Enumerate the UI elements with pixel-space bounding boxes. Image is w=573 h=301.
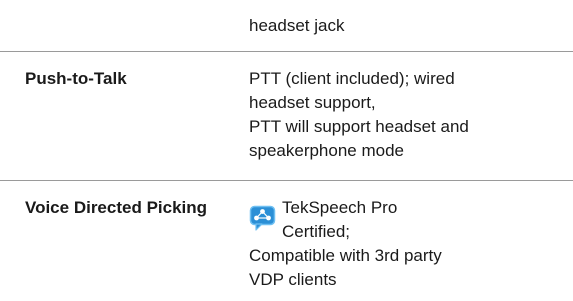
spec-value-line: VDP clients (249, 270, 337, 289)
certification-line: TekSpeech Pro Certified; (249, 196, 549, 244)
spec-value-line: TekSpeech Pro (282, 198, 398, 217)
spec-value-line: PTT will support headset and (249, 117, 469, 136)
table-row-voice-directed-picking: Voice Directed Picking TekSpeech Pro Cer… (0, 180, 573, 301)
certification-text: TekSpeech Pro Certified; (282, 196, 397, 244)
spec-value-line: Certified; (282, 222, 351, 241)
spec-value-line: headset jack (249, 16, 345, 35)
spec-value: headset jack (249, 14, 549, 38)
compatibility-text: Compatible with 3rd party VDP clients (249, 244, 549, 292)
spec-label: Voice Directed Picking (25, 198, 208, 217)
table-row-push-to-talk: Push-to-Talk PTT (client included); wire… (0, 51, 573, 180)
spec-value-line: speakerphone mode (249, 141, 405, 160)
spec-value: TekSpeech Pro Certified; Compatible with… (249, 196, 549, 292)
spec-value-line: Compatible with 3rd party (249, 246, 442, 265)
spec-table: headset jack Push-to-Talk PTT (client in… (0, 0, 573, 301)
spec-label: Push-to-Talk (25, 69, 127, 88)
spec-value-line: headset support, (249, 93, 376, 112)
spec-value: PTT (client included); wired headset sup… (249, 67, 549, 163)
speech-bubble-network-icon (249, 205, 276, 231)
spec-value-line: PTT (client included); wired (249, 69, 455, 88)
table-row-continued: headset jack (0, 0, 573, 51)
